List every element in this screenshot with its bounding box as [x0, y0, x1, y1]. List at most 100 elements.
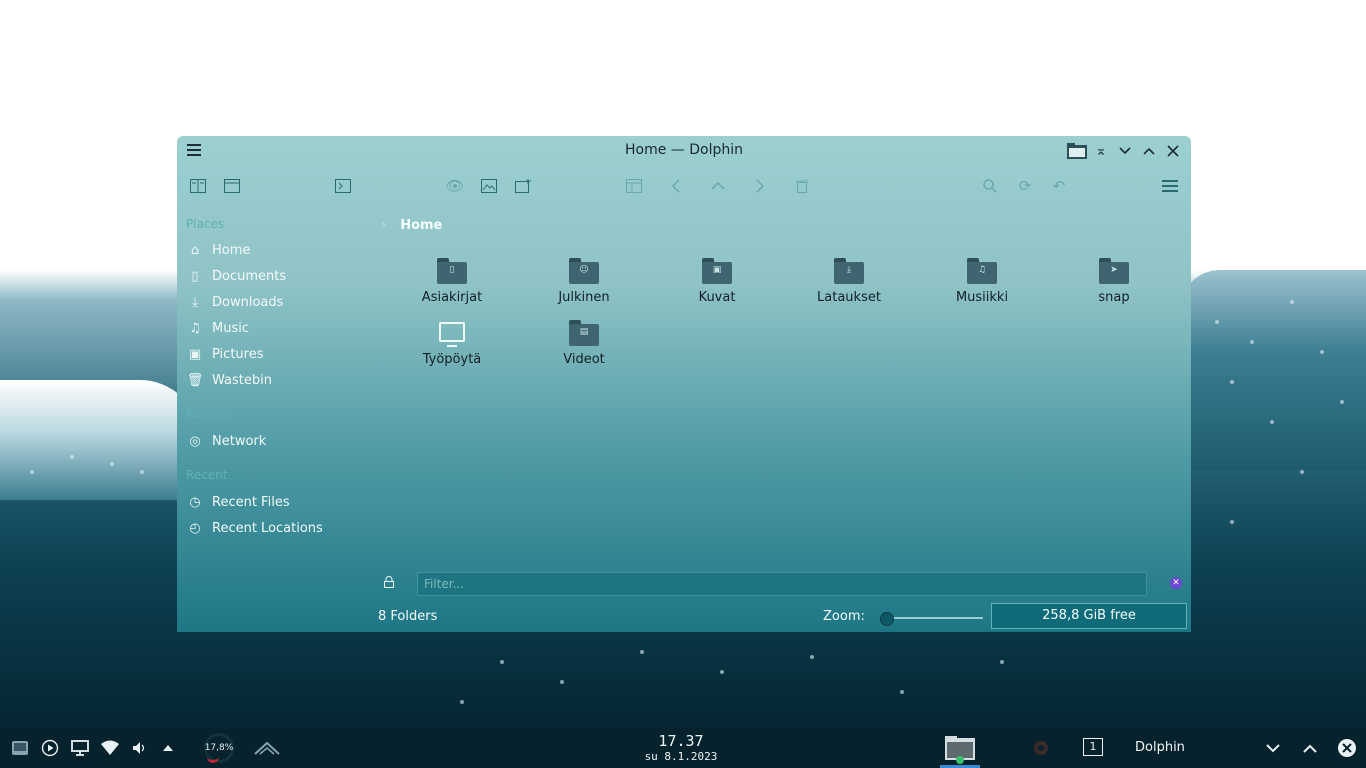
trash-icon: 🗑	[186, 372, 204, 388]
folder-label: Kuvat	[698, 290, 736, 305]
terminal-icon[interactable]	[333, 176, 353, 196]
settings-gear-icon[interactable]	[1030, 738, 1052, 758]
new-window-icon[interactable]	[222, 176, 242, 196]
document-icon: ▯	[191, 268, 199, 284]
folder-item[interactable]: ▤ Videot	[539, 320, 629, 367]
folder-item[interactable]: ♫ Musiikki	[937, 258, 1027, 305]
sidebar-item-label: Recent Files	[212, 494, 290, 510]
sidebar-item-label: Downloads	[212, 294, 284, 310]
sidebar-item-label: Wastebin	[212, 372, 272, 388]
folder-documents-icon: ▯	[437, 258, 467, 284]
wallpaper-wave-left	[0, 380, 200, 500]
virtual-desktop-pager[interactable]: 1	[1083, 738, 1103, 756]
remote-header: Remote	[186, 407, 233, 421]
close-icon[interactable]	[1337, 738, 1357, 758]
sidebar-item-recent-files[interactable]: ◷ Recent Files	[186, 491, 371, 513]
recent-locations-icon: ◴	[189, 520, 201, 536]
dolphin-window: Home — Dolphin ⌅ 👁 ⟳ ↶ Places ⌂ Home ▯ D…	[177, 136, 1191, 632]
recent-files-icon: ◷	[189, 494, 201, 510]
sidebar-item-label: Pictures	[212, 346, 264, 362]
sidebar-item-home[interactable]: ⌂ Home	[186, 239, 371, 261]
keep-above-icon[interactable]: ⌅	[1091, 141, 1111, 161]
sidebar-item-label: Home	[212, 242, 251, 258]
sidebar-item-downloads[interactable]: ⤓ Downloads	[186, 291, 371, 313]
image-icon[interactable]	[479, 176, 499, 196]
lock-icon[interactable]	[384, 576, 394, 591]
folder-pictures-icon: ▣	[702, 258, 732, 284]
folder-item[interactable]: Työpöytä	[407, 322, 497, 367]
folder-label: Asiakirjat	[421, 290, 483, 305]
free-space-indicator[interactable]: 258,8 GiB free	[991, 603, 1187, 629]
clear-filter-icon[interactable]: ✕	[1170, 577, 1182, 589]
new-tab-icon[interactable]	[513, 176, 533, 196]
folder-app-icon	[945, 736, 975, 764]
folder-public-icon: ☺	[569, 258, 599, 284]
back-icon[interactable]	[666, 176, 686, 196]
media-player-icon[interactable]	[40, 738, 60, 758]
sidebar-item-label: Documents	[212, 268, 287, 284]
folder-item[interactable]: ☺ Julkinen	[539, 258, 629, 305]
folder-item[interactable]: ➤ snap	[1069, 258, 1159, 305]
menu-icon[interactable]	[1160, 176, 1180, 196]
breadcrumb[interactable]: › Home	[381, 218, 442, 233]
sidebar-item-network[interactable]: ◎ Network	[186, 430, 371, 452]
home-icon: ⌂	[190, 242, 200, 258]
wifi-icon[interactable]	[100, 738, 120, 758]
reload-icon[interactable]: ⟳	[1015, 176, 1035, 196]
panel-icon[interactable]	[624, 176, 644, 196]
picture-icon: ▣	[188, 346, 202, 362]
zoom-slider-track[interactable]	[883, 617, 983, 619]
folder-label: snap	[1098, 290, 1130, 305]
sidebar-item-documents[interactable]: ▯ Documents	[186, 265, 371, 287]
download-icon: ⤓	[192, 294, 198, 310]
breadcrumb-home[interactable]: Home	[400, 218, 442, 233]
folder-label: Julkinen	[558, 290, 610, 305]
maximize-icon[interactable]	[1139, 141, 1159, 161]
sidebar-item-pictures[interactable]: ▣ Pictures	[186, 343, 371, 365]
sidebar-item-wastebin[interactable]: 🗑 Wastebin	[186, 369, 371, 391]
search-icon[interactable]	[980, 176, 1000, 196]
places-panel: Places ⌂ Home ▯ Documents ⤓ Downloads ♫ Musi…	[177, 214, 373, 632]
maximize-icon[interactable]	[1300, 738, 1320, 758]
folder-label: Työpöytä	[422, 352, 482, 367]
recent-header: Recent	[186, 468, 228, 482]
volume-icon[interactable]	[130, 738, 150, 758]
chevron-up-icon[interactable]	[254, 738, 280, 758]
filter-input[interactable]: Filter...	[417, 572, 1147, 596]
preview-icon[interactable]: 👁	[445, 176, 465, 196]
folder-item[interactable]: ▣ Kuvat	[672, 258, 762, 305]
close-icon[interactable]	[1163, 141, 1183, 161]
folder-item[interactable]: ⤓ Lataukset	[804, 258, 894, 305]
application-launcher-icon[interactable]	[10, 738, 30, 758]
split-view-icon[interactable]	[188, 176, 208, 196]
folder-item[interactable]: ▯ Asiakirjat	[407, 258, 497, 305]
folder-music-icon: ♫	[967, 258, 997, 284]
undo-icon[interactable]: ↶	[1049, 176, 1069, 196]
sidebar-item-label: Recent Locations	[212, 520, 323, 536]
up-icon[interactable]	[708, 176, 728, 196]
folder-label: Videot	[563, 352, 605, 367]
folder-count: 8 Folders	[378, 609, 438, 624]
folder-videos-icon: ▤	[569, 320, 599, 346]
digital-clock[interactable]: 17.37 su 8.1.2023	[620, 732, 742, 763]
clock-time: 17.37	[658, 732, 704, 750]
forward-icon[interactable]	[750, 176, 770, 196]
minimize-icon[interactable]	[1115, 141, 1135, 161]
sidebar-item-music[interactable]: ♫ Music	[186, 317, 371, 339]
show-hidden-icons-icon[interactable]	[158, 738, 178, 758]
folder-snap-icon: ➤	[1099, 258, 1129, 284]
trash-icon[interactable]	[792, 176, 812, 196]
display-icon[interactable]	[70, 738, 90, 758]
sidebar-item-recent-locations[interactable]: ◴ Recent Locations	[186, 517, 371, 539]
folder-app-icon	[1067, 141, 1087, 161]
task-dolphin[interactable]	[940, 730, 980, 768]
minimize-icon[interactable]	[1263, 738, 1283, 758]
wallpaper-wave-right	[1180, 270, 1366, 470]
zoom-slider-handle[interactable]	[880, 612, 894, 626]
folder-label: Musiikki	[955, 290, 1009, 305]
active-window-title[interactable]: Dolphin	[1135, 740, 1185, 755]
titlebar[interactable]: Home — Dolphin ⌅	[177, 136, 1191, 166]
sidebar-item-label: Network	[212, 433, 267, 449]
folder-label: Lataukset	[817, 290, 881, 305]
cpu-load-gauge[interactable]: 17,8%	[204, 733, 234, 763]
